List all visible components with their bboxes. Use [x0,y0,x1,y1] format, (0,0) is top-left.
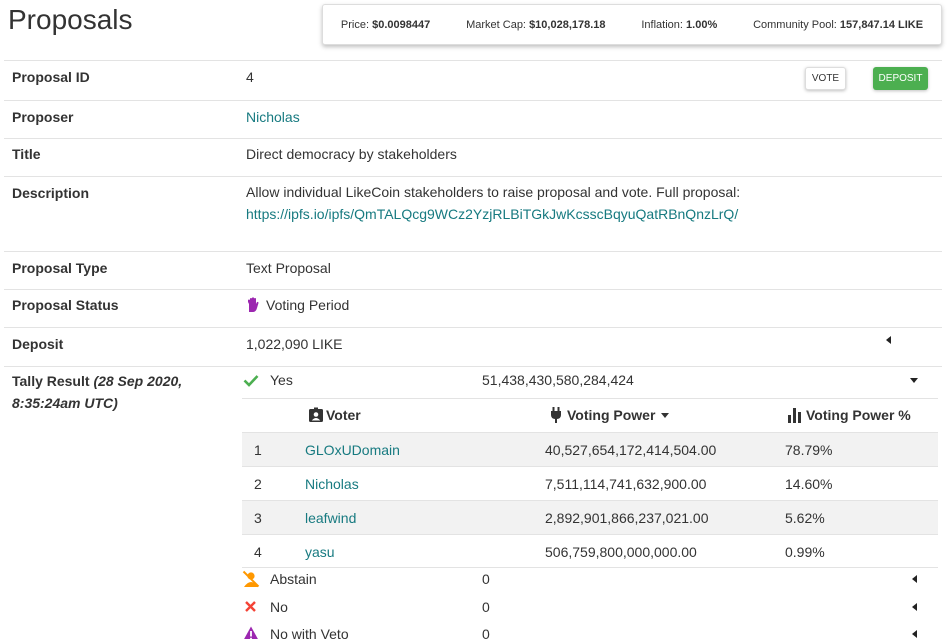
tally-yes-collapse-icon[interactable] [910,378,918,383]
proposal-id-label: Proposal ID [12,69,90,85]
proposal-status-value: Voting Period [266,297,350,313]
market-stats-bar: Price: $0.0098447 Market Cap: $10,028,17… [322,4,942,45]
hand-icon [246,297,260,313]
voter-power: 2,892,901,866,237,021.00 [545,510,709,526]
price-stat: Price: $0.0098447 [340,18,431,31]
tally-no-label: No [270,599,288,615]
proposal-type-row: Proposal Type Text Proposal [4,251,942,289]
check-icon [242,371,260,389]
description-row: Description Allow individual LikeCoin st… [4,176,942,251]
voter-rank: 4 [254,544,262,560]
deposit-expand-icon[interactable] [886,336,891,344]
tally-abstain: Abstain 0 [242,570,932,590]
voter-rank: 2 [254,476,262,492]
voter-id-icon [308,407,324,423]
voter-row: 1 GLOxUDomain 40,527,654,172,414,504.00 … [242,432,938,466]
warning-icon [242,625,260,639]
voter-link[interactable]: yasu [305,544,335,560]
title-value: Direct democracy by stakeholders [246,146,457,162]
tally-abstain-value: 0 [482,571,490,587]
voter-percent: 5.62% [785,510,825,526]
voter-percent: 0.99% [785,544,825,560]
proposal-id-row: Proposal ID 4 VOTE DEPOSIT [4,60,942,100]
vote-button[interactable]: VOTE [805,67,846,90]
tally-no-value: 0 [482,599,490,615]
tally-no-expand-icon[interactable] [912,603,917,611]
voter-row: 3 leafwind 2,892,901,866,237,021.00 5.62… [242,500,938,534]
tally-no-with-veto-label: No with Veto [270,626,349,639]
voter-rank: 1 [254,442,262,458]
voting-power-column-header[interactable]: Voting Power [567,407,655,423]
voter-row: 2 Nicholas 7,511,114,741,632,900.00 14.6… [242,466,938,500]
community-pool-stat: Community Pool: 157,847.14 LIKE [753,18,924,31]
voter-percent: 14.60% [785,476,833,492]
market-cap-stat: Market Cap: $10,028,178.18 [466,18,606,31]
title-row: Title Direct democracy by stakeholders [4,138,942,176]
tally-no-with-veto: No with Veto 0 [242,625,932,639]
description-link[interactable]: https://ipfs.io/ipfs/QmTALQcg9WCz2YzjRLB… [246,206,738,222]
tally-time: 8:35:24am UTC) [12,395,118,411]
proposal-status-row: Proposal Status Voting Period [4,289,942,327]
proposer-row: Proposer Nicholas [4,100,942,138]
voter-link[interactable]: leafwind [305,510,356,526]
voter-link[interactable]: Nicholas [305,476,359,492]
voters-table-header: Voter Voting Power Voting Power % [242,398,938,432]
proposer-label: Proposer [12,109,74,125]
proposer-link[interactable]: Nicholas [246,109,300,125]
deposit-value: 1,022,090 LIKE [246,336,343,352]
tally-yes: Yes 51,438,430,580,284,424 [242,371,932,391]
description-text: Allow individual LikeCoin stakeholders t… [246,184,741,200]
inflation-stat: Inflation: 1.00% [641,18,718,31]
voter-column-header[interactable]: Voter [326,407,361,423]
abstain-user-icon [242,570,260,588]
tally-label: Tally Result (28 Sep 2020, [12,373,183,389]
tally-yes-value: 51,438,430,580,284,424 [482,372,634,388]
voter-link[interactable]: GLOxUDomain [305,442,400,458]
bar-chart-icon [787,408,803,423]
voter-power: 506,759,800,000,000.00 [545,544,697,560]
tally-no: No 0 [242,598,932,618]
proposal-id-value: 4 [246,69,254,85]
x-icon [242,598,260,616]
title-label: Title [12,146,41,162]
sort-desc-icon[interactable] [661,413,669,418]
page-title: Proposals [8,4,133,35]
tally-yes-label: Yes [270,372,293,388]
proposal-status-label: Proposal Status [12,297,119,313]
proposal-type-value: Text Proposal [246,260,331,276]
voter-power: 40,527,654,172,414,504.00 [545,442,717,458]
voter-power: 7,511,114,741,632,900.00 [545,476,707,492]
deposit-button[interactable]: DEPOSIT [873,67,928,90]
voter-row: 4 yasu 506,759,800,000,000.00 0.99% [242,534,938,568]
proposal-type-label: Proposal Type [12,260,108,276]
voting-power-percent-column-header[interactable]: Voting Power % [806,407,911,423]
voter-percent: 78.79% [785,442,833,458]
plug-icon [550,407,562,423]
description-label: Description [12,185,90,201]
tally-abstain-expand-icon[interactable] [912,575,917,583]
tally-no-with-veto-expand-icon[interactable] [912,630,917,638]
deposit-label: Deposit [12,336,64,352]
tally-abstain-label: Abstain [270,571,317,587]
deposit-row: Deposit 1,022,090 LIKE [4,327,942,366]
tally-no-with-veto-value: 0 [482,626,490,639]
voter-rank: 3 [254,510,262,526]
